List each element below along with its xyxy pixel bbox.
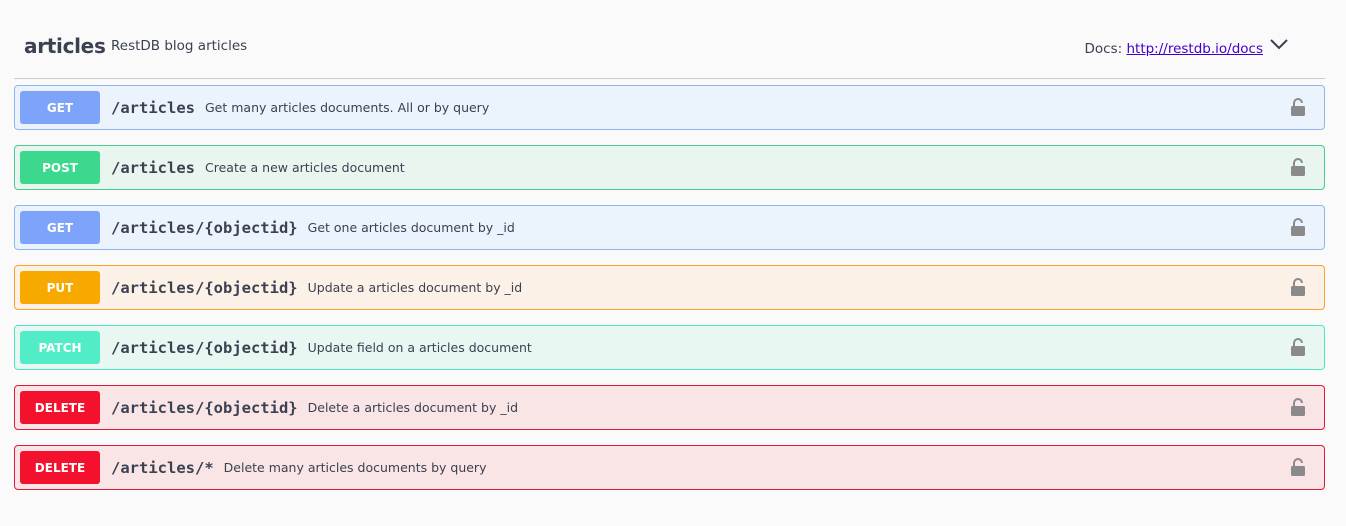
- lock-icon[interactable]: [1290, 337, 1306, 357]
- operation-delete-article-by-id[interactable]: DELETE /articles/{objectid} Delete a art…: [14, 385, 1325, 430]
- method-badge: POST: [20, 151, 100, 184]
- method-badge: PUT: [20, 271, 100, 304]
- operation-get-articles[interactable]: GET /articles Get many articles document…: [14, 85, 1325, 130]
- api-section-articles: articles RestDB blog articles Docs: http…: [14, 0, 1325, 490]
- operation-summary: Create a new articles document: [205, 160, 405, 175]
- operation-path: /articles: [111, 158, 195, 177]
- chevron-down-icon[interactable]: [1269, 36, 1289, 52]
- method-badge: GET: [20, 211, 100, 244]
- operation-summary: Update field on a articles document: [307, 340, 532, 355]
- method-badge: PATCH: [20, 331, 100, 364]
- lock-icon[interactable]: [1290, 397, 1306, 417]
- section-header[interactable]: articles RestDB blog articles Docs: http…: [14, 0, 1325, 79]
- docs-link[interactable]: http://restdb.io/docs: [1126, 41, 1263, 57]
- operation-path: /articles/{objectid}: [111, 278, 298, 297]
- operation-summary: Delete a articles document by _id: [307, 400, 519, 415]
- operation-get-article-by-id[interactable]: GET /articles/{objectid} Get one article…: [14, 205, 1325, 250]
- operation-summary: Delete many articles documents by query: [223, 460, 487, 475]
- operation-summary: Get many articles documents. All or by q…: [205, 100, 490, 115]
- operation-path: /articles/{objectid}: [111, 398, 298, 417]
- lock-icon[interactable]: [1290, 457, 1306, 477]
- operation-delete-articles-by-query[interactable]: DELETE /articles/* Delete many articles …: [14, 445, 1325, 490]
- lock-icon[interactable]: [1290, 97, 1306, 117]
- method-badge: DELETE: [20, 391, 100, 424]
- operation-path: /articles/{objectid}: [111, 338, 298, 357]
- lock-icon[interactable]: [1290, 217, 1306, 237]
- operation-path: /articles/{objectid}: [111, 218, 298, 237]
- operation-path: /articles: [111, 98, 195, 117]
- tag-title[interactable]: articles: [24, 34, 106, 58]
- operation-path: /articles/*: [111, 458, 214, 477]
- lock-icon[interactable]: [1290, 157, 1306, 177]
- operation-summary: Update a articles document by _id: [307, 280, 523, 295]
- operation-summary: Get one articles document by _id: [307, 220, 515, 235]
- method-badge: GET: [20, 91, 100, 124]
- lock-icon[interactable]: [1290, 277, 1306, 297]
- docs-label: Docs:: [1084, 41, 1123, 57]
- tag-description: RestDB blog articles: [111, 38, 248, 54]
- docs-info: Docs: http://restdb.io/docs: [1085, 41, 1264, 57]
- operation-put-article-by-id[interactable]: PUT /articles/{objectid} Update a articl…: [14, 265, 1325, 310]
- operation-post-articles[interactable]: POST /articles Create a new articles doc…: [14, 145, 1325, 190]
- method-badge: DELETE: [20, 451, 100, 484]
- operation-patch-article-by-id[interactable]: PATCH /articles/{objectid} Update field …: [14, 325, 1325, 370]
